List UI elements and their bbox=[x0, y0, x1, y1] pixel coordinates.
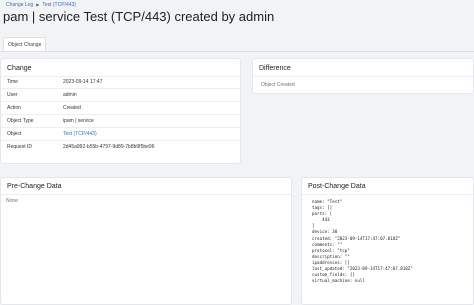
change-card: Change Time 2023-09-14 17:47 User admin … bbox=[0, 58, 241, 164]
pre-change-card-heading: Pre-Change Data bbox=[1, 178, 291, 195]
chevron-right-icon: ▶ bbox=[36, 2, 40, 7]
row-user: User admin bbox=[1, 89, 240, 102]
object-link[interactable]: Test (TCP/443) bbox=[63, 128, 97, 140]
difference-card: Difference Object Created bbox=[252, 58, 474, 94]
row-label: Object Type bbox=[7, 118, 34, 124]
row-label: Action bbox=[7, 105, 21, 111]
row-action: Action Created bbox=[1, 102, 240, 115]
row-label: Time bbox=[7, 79, 18, 85]
post-change-card: Post-Change Data name: "Test" tags: [] p… bbox=[301, 177, 474, 305]
row-value: admin bbox=[63, 92, 77, 98]
pre-change-text: None bbox=[6, 198, 18, 204]
post-change-code: name: "Test" tags: [] ports: [ 443 ] dev… bbox=[312, 199, 413, 284]
row-value: ipam | service bbox=[63, 118, 94, 124]
row-object: Object Test (TCP/443) bbox=[1, 128, 240, 141]
row-label: Request ID bbox=[7, 144, 33, 150]
tab-bar: Object Change bbox=[0, 37, 474, 52]
page-title: pam | service Test (TCP/443) created by … bbox=[3, 9, 275, 24]
breadcrumb: Change Log ▶ Test (TCP/443) bbox=[6, 2, 76, 8]
difference-text: Object Created bbox=[261, 82, 295, 88]
breadcrumb-change-log[interactable]: Change Log bbox=[6, 2, 33, 8]
row-label: Object bbox=[7, 131, 22, 137]
row-value: 2d45a992-b55b-4797-9d89-7b8b9f5be96 bbox=[63, 144, 155, 150]
pre-change-card: Pre-Change Data None bbox=[0, 177, 292, 305]
row-object-type: Object Type ipam | service bbox=[1, 115, 240, 128]
row-value: 2023-09-14 17:47 bbox=[63, 79, 103, 85]
tab-object-change[interactable]: Object Change bbox=[3, 37, 47, 51]
breadcrumb-current[interactable]: Test (TCP/443) bbox=[42, 2, 76, 8]
row-label: User bbox=[7, 92, 18, 98]
row-request-id: Request ID 2d45a992-b55b-4797-9d89-7b8b9… bbox=[1, 141, 240, 153]
code-line: created: "2023-09-14T17:47:07.818Z" bbox=[312, 235, 401, 241]
row-time: Time 2023-09-14 17:47 bbox=[1, 76, 240, 89]
difference-card-heading: Difference bbox=[253, 59, 473, 77]
change-card-heading: Change bbox=[1, 59, 240, 77]
row-value: Created bbox=[63, 105, 81, 111]
code-line: virtual_machine: null bbox=[312, 278, 365, 284]
post-change-card-heading: Post-Change Data bbox=[302, 178, 473, 195]
